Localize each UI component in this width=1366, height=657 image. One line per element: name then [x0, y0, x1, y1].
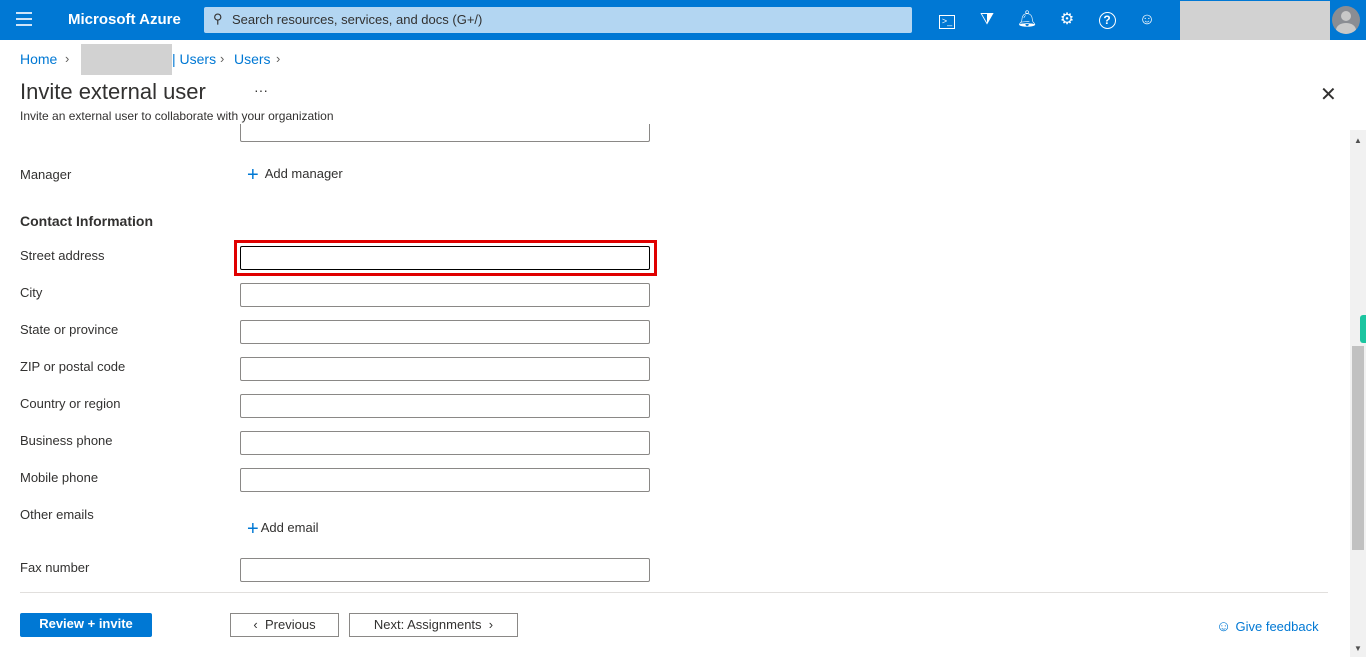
- give-feedback-label: Give feedback: [1235, 619, 1319, 634]
- bell-icon[interactable]: 🔔︎: [1016, 9, 1038, 31]
- give-feedback-link[interactable]: ☺ Give feedback: [1216, 618, 1319, 635]
- previous-label: Previous: [264, 617, 316, 632]
- other-emails-label: Other emails: [20, 507, 94, 522]
- plus-icon: +: [247, 164, 259, 186]
- scrollbar-thumb[interactable]: [1352, 346, 1364, 550]
- field-label: ZIP or postal code: [20, 359, 126, 374]
- directory-filter-icon[interactable]: ⧩: [976, 9, 998, 31]
- scroll-up-icon[interactable]: ▲: [1354, 136, 1362, 145]
- field-label: Mobile phone: [20, 470, 99, 485]
- plus-icon: +: [247, 518, 259, 540]
- zip-input[interactable]: [240, 357, 650, 381]
- add-manager-label: Add manager: [264, 166, 343, 181]
- mobile-phone-input[interactable]: [240, 468, 650, 492]
- feedback-icon[interactable]: ☺: [1136, 9, 1158, 31]
- chevron-right-icon: ›: [481, 617, 494, 632]
- search-icon: ⚲: [213, 11, 223, 26]
- hamburger-menu-icon[interactable]: [16, 12, 32, 26]
- add-manager-button[interactable]: + Add manager: [247, 164, 343, 187]
- fax-label: Fax number: [20, 560, 90, 575]
- previous-button[interactable]: ‹ Previous: [230, 613, 339, 637]
- side-tab[interactable]: [1360, 315, 1366, 343]
- avatar[interactable]: [1332, 6, 1360, 34]
- chevron-left-icon: ‹: [253, 617, 265, 632]
- field-label: Country or region: [20, 396, 121, 411]
- country-input[interactable]: [240, 394, 650, 418]
- next-assignments-button[interactable]: Next: Assignments ›: [349, 613, 518, 637]
- add-email-label: Add email: [260, 520, 319, 535]
- scroll-down-icon[interactable]: ▼: [1354, 644, 1362, 653]
- page-subtitle: Invite an external user to collaborate w…: [20, 109, 334, 123]
- page-title: Invite external user: [20, 79, 206, 104]
- field-label: Business phone: [20, 433, 113, 448]
- review-invite-button[interactable]: Review + invite: [20, 613, 152, 637]
- breadcrumb-home[interactable]: Home: [20, 51, 57, 67]
- chevron-right-icon: ›: [276, 51, 281, 66]
- field-label: City: [20, 285, 43, 300]
- search-placeholder: Search resources, services, and docs (G+…: [232, 12, 483, 27]
- field-label: Street address: [20, 248, 105, 263]
- street-address-input[interactable]: [240, 246, 650, 270]
- breadcrumb-tenant-users[interactable]: | Users: [172, 51, 216, 67]
- search-input[interactable]: ⚲ Search resources, services, and docs (G…: [204, 7, 912, 33]
- feedback-icon: ☺: [1216, 618, 1236, 635]
- chevron-right-icon: ›: [65, 51, 70, 66]
- state-input[interactable]: [240, 320, 650, 344]
- field-label: State or province: [20, 322, 119, 337]
- redacted-tenant: [81, 44, 172, 75]
- gear-icon[interactable]: ⚙: [1056, 9, 1078, 31]
- fax-input[interactable]: [240, 558, 650, 582]
- add-email-button[interactable]: + Add email: [247, 518, 319, 541]
- chevron-right-icon: ›: [220, 51, 225, 66]
- account-info[interactable]: [1180, 1, 1330, 40]
- breadcrumb-users[interactable]: Users: [234, 51, 271, 67]
- help-icon[interactable]: ?: [1096, 9, 1118, 31]
- business-phone-input[interactable]: [240, 431, 650, 455]
- cloud-shell-icon[interactable]: >_: [936, 9, 958, 31]
- divider: [20, 592, 1328, 593]
- close-icon[interactable]: ✕: [1320, 82, 1337, 107]
- next-label: Next: Assignments: [373, 617, 482, 632]
- more-options-button[interactable]: ···: [254, 82, 268, 98]
- manager-label: Manager: [20, 167, 72, 182]
- form-scroll-area: [0, 124, 1350, 592]
- city-input[interactable]: [240, 283, 650, 307]
- office-location-input[interactable]: [240, 124, 650, 142]
- brand[interactable]: Microsoft Azure: [68, 11, 181, 28]
- contact-information-heading: Contact Information: [20, 213, 153, 229]
